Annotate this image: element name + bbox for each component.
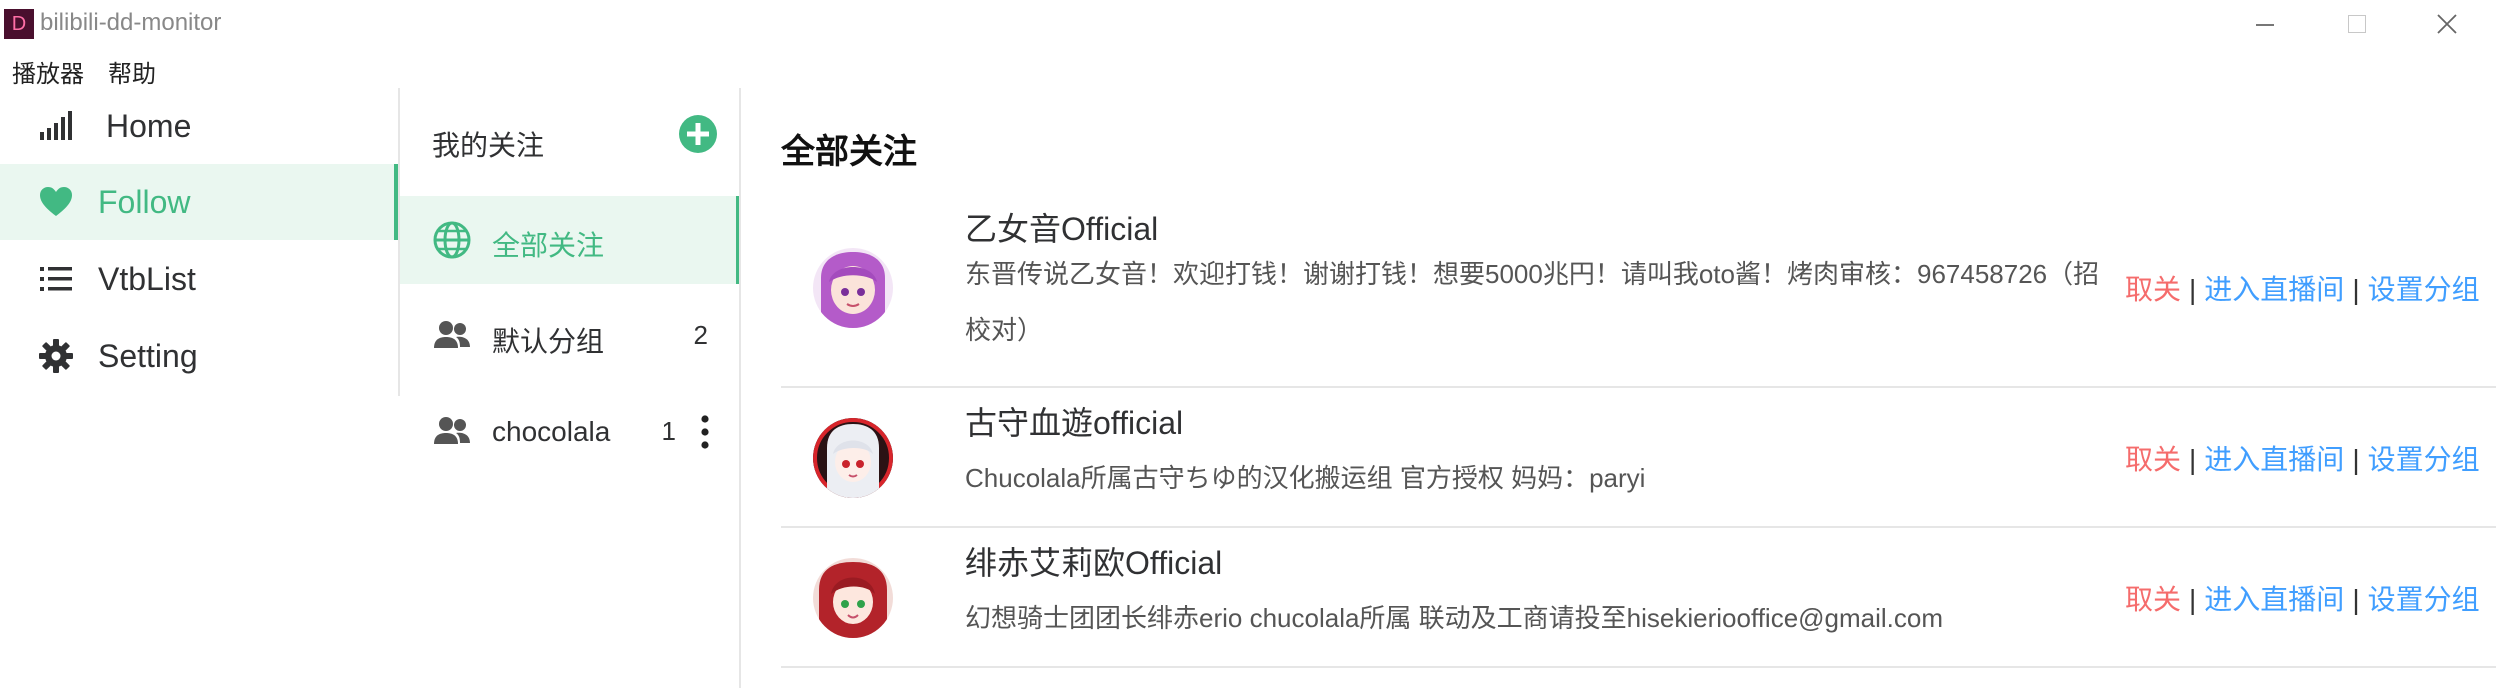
group-label: 全部关注 xyxy=(492,230,605,261)
avatar[interactable] xyxy=(813,248,893,328)
nav-item-follow[interactable]: Follow xyxy=(0,164,398,240)
set-group-button[interactable]: 设置分组 xyxy=(2368,444,2480,475)
group-label: 默认分组 xyxy=(492,326,605,357)
close-icon xyxy=(2437,14,2457,34)
groups-header: 我的关注 xyxy=(432,130,545,161)
users-icon xyxy=(434,417,470,444)
avatar[interactable] xyxy=(813,418,893,498)
nav-item-setting[interactable]: Setting xyxy=(0,318,398,394)
close-button[interactable] xyxy=(2412,4,2482,44)
maximize-button[interactable] xyxy=(2320,4,2390,44)
follow-list-panel: 全部关注 乙女音Official 东晋传说乙女音！欢迎打钱！谢谢打钱！想要500… xyxy=(741,88,2496,688)
unfollow-button[interactable]: 取关 xyxy=(2125,274,2181,305)
group-item-default[interactable]: 默认分组 2 xyxy=(400,292,740,380)
nav-item-home[interactable]: Home xyxy=(0,88,398,164)
follow-actions: 取关 | 进入直播间 | 设置分组 xyxy=(2125,578,2480,618)
action-separator: | xyxy=(2352,444,2360,475)
nav-label-setting: Setting xyxy=(98,338,198,374)
menu-bar: 播放器 帮助 xyxy=(0,48,2496,88)
group-panel: 我的关注 全部关注 默认分组 2 chocolala 1 xyxy=(400,88,740,688)
follow-actions: 取关 | 进入直播间 | 设置分组 xyxy=(2125,268,2480,308)
minimize-button[interactable] xyxy=(2228,4,2298,44)
action-separator: | xyxy=(2352,274,2360,305)
set-group-button[interactable]: 设置分组 xyxy=(2368,274,2480,305)
unfollow-button[interactable]: 取关 xyxy=(2125,584,2181,615)
globe-icon xyxy=(433,221,471,259)
unfollow-button[interactable]: 取关 xyxy=(2125,444,2181,475)
avatar-image xyxy=(813,418,893,498)
group-label: chocolala xyxy=(492,416,611,447)
enter-room-button[interactable]: 进入直播间 xyxy=(2204,584,2344,615)
heart-icon xyxy=(40,187,72,216)
follow-desc: 东晋传说乙女音！欢迎打钱！谢谢打钱！想要5000兆円！请叫我oto酱！烤肉审核：… xyxy=(965,259,2100,345)
enter-room-button[interactable]: 进入直播间 xyxy=(2204,274,2344,305)
action-separator: | xyxy=(2189,274,2197,305)
set-group-button[interactable]: 设置分组 xyxy=(2368,584,2480,615)
sidebar-nav: Home Follow VtbList Setting xyxy=(0,88,398,688)
follow-actions: 取关 | 进入直播间 | 设置分组 xyxy=(2125,438,2480,478)
page-title: 全部关注 xyxy=(781,133,917,171)
enter-room-button[interactable]: 进入直播间 xyxy=(2204,444,2344,475)
group-item-all[interactable]: 全部关注 xyxy=(400,196,740,284)
follow-desc: Chucolala所属古守ちゆ的汉化搬运组 官方授权 妈妈：paryi xyxy=(965,463,1646,493)
app-logo-icon: D xyxy=(4,9,34,39)
follow-row: 乙女音Official 东晋传说乙女音！欢迎打钱！谢谢打钱！想要5000兆円！请… xyxy=(781,194,2496,388)
follow-row: 绯赤艾莉欧Official 幻想骑士团团长绯赤erio chucolala所属 … xyxy=(781,528,2496,668)
group-count: 1 xyxy=(661,416,676,446)
group-count: 2 xyxy=(693,320,708,350)
action-separator: | xyxy=(2189,584,2197,615)
nav-label-vtblist: VtbList xyxy=(98,261,196,297)
avatar-image xyxy=(813,248,893,328)
follow-name[interactable]: 乙女音Official xyxy=(965,204,1158,250)
action-separator: | xyxy=(2189,444,2197,475)
more-vertical-icon[interactable] xyxy=(700,412,710,452)
nav-label-home: Home xyxy=(106,108,192,144)
follow-row: 古守血遊official Chucolala所属古守ちゆ的汉化搬运组 官方授权 … xyxy=(781,388,2496,528)
avatar[interactable] xyxy=(813,558,893,638)
gear-icon xyxy=(39,339,73,373)
list-icon xyxy=(40,267,72,291)
window-title: bilibili-dd-monitor xyxy=(40,9,222,36)
follow-name[interactable]: 绯赤艾莉欧Official xyxy=(965,538,1222,584)
title-bar: D bilibili-dd-monitor xyxy=(0,0,2496,48)
avatar-image xyxy=(813,558,893,638)
menu-player[interactable]: 播放器 xyxy=(12,54,84,89)
signal-bars-icon xyxy=(40,111,72,140)
group-item-chocolala[interactable]: chocolala 1 xyxy=(400,388,740,476)
nav-item-vtblist[interactable]: VtbList xyxy=(0,241,398,317)
add-group-icon[interactable] xyxy=(678,114,718,154)
users-icon xyxy=(434,321,470,348)
action-separator: | xyxy=(2352,584,2360,615)
nav-label-follow: Follow xyxy=(98,184,191,220)
follow-name[interactable]: 古守血遊official xyxy=(965,398,1183,444)
menu-help[interactable]: 帮助 xyxy=(108,54,156,89)
follow-desc: 幻想骑士团团长绯赤erio chucolala所属 联动及工商请投至hiseki… xyxy=(965,603,1944,633)
